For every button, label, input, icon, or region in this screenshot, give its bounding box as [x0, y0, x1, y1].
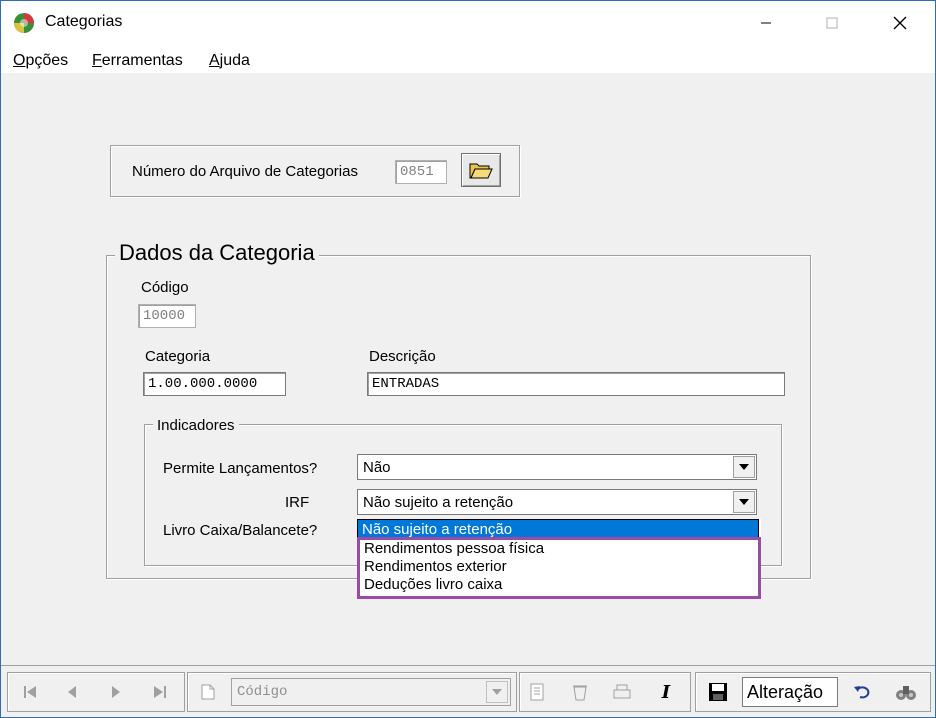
irf-dropdown-list: Não sujeito a retenção Rendimentos pesso…: [357, 519, 761, 599]
window-title: Categorias: [45, 13, 123, 30]
menu-opcoes-label: pções: [25, 52, 69, 69]
delete-button[interactable]: [563, 676, 597, 708]
codigo-field[interactable]: 10000: [138, 304, 196, 328]
permite-lancamentos-value: Não: [363, 459, 391, 476]
title-bar: Categorias: [1, 1, 935, 45]
next-icon: [112, 686, 120, 698]
irf-label: IRF: [285, 494, 310, 511]
menu-bar: Opções Ferramentas Ajuda: [1, 45, 935, 73]
descricao-label: Descrição: [369, 348, 436, 365]
edit-button[interactable]: [521, 676, 555, 708]
print-button[interactable]: [605, 676, 639, 708]
globe-icon: [14, 13, 34, 33]
last-record-icon: [154, 686, 166, 698]
binoculars-icon: [896, 686, 916, 700]
menu-opcoes[interactable]: Opções: [13, 52, 68, 70]
undo-icon: [854, 686, 870, 699]
dados-title: Dados da Categoria: [115, 240, 319, 266]
minimize-icon: [761, 22, 771, 24]
first-record-icon: [24, 686, 36, 698]
open-file-button[interactable]: [461, 153, 501, 187]
new-document-button[interactable]: [191, 676, 225, 708]
folder-open-icon: [469, 163, 493, 179]
file-number-field[interactable]: 0851: [395, 160, 447, 184]
next-record-button[interactable]: [99, 676, 133, 708]
printer-icon: [613, 684, 631, 699]
previous-record-button[interactable]: [55, 676, 89, 708]
maximize-icon: [826, 17, 838, 29]
previous-icon: [68, 686, 76, 698]
document-icon: [201, 684, 215, 700]
indicadores-title: Indicadores: [153, 417, 239, 434]
irf-value: Não sujeito a retenção: [363, 494, 514, 511]
livro-caixa-label: Livro Caixa/Balancete?: [163, 522, 318, 539]
dropdown-option[interactable]: Deduções livro caixa: [364, 576, 502, 594]
close-button[interactable]: [877, 1, 923, 45]
categoria-field[interactable]: 1.00.000.0000: [143, 372, 286, 396]
italic-icon: I: [661, 681, 671, 703]
maximize-button[interactable]: [809, 1, 855, 45]
chevron-down-icon[interactable]: [733, 456, 755, 478]
irf-select[interactable]: Não sujeito a retenção: [357, 489, 757, 515]
permite-lancamentos-label: Permite Lançamentos?: [163, 460, 318, 477]
permite-lancamentos-select[interactable]: Não: [357, 454, 757, 480]
chevron-down-icon[interactable]: [486, 681, 508, 703]
menu-ajuda-label: juda: [219, 52, 250, 69]
menu-ferramentas-label: erramentas: [101, 52, 183, 69]
edit-mode-status: Alteração: [742, 677, 838, 707]
minimize-button[interactable]: [743, 1, 789, 45]
first-record-button[interactable]: [13, 676, 47, 708]
bottom-toolbar: Código I Alteração: [1, 665, 935, 717]
menu-ajuda-mnemonic: A: [209, 52, 220, 69]
categoria-label: Categoria: [145, 348, 211, 365]
undo-button[interactable]: [845, 676, 879, 708]
descricao-field[interactable]: ENTRADAS: [367, 372, 785, 396]
search-field-select[interactable]: Código: [231, 678, 511, 706]
search-field-value: Código: [237, 684, 288, 700]
codigo-label: Código: [141, 279, 189, 296]
close-icon: [893, 16, 907, 30]
menu-ajuda[interactable]: Ajuda: [209, 52, 250, 70]
italic-button[interactable]: I: [649, 676, 683, 708]
trash-icon: [573, 685, 587, 701]
dropdown-option-selected[interactable]: Não sujeito a retenção: [357, 519, 759, 538]
file-number-label: Número do Arquivo de Categorias: [132, 163, 358, 180]
find-button[interactable]: [889, 676, 923, 708]
menu-opcoes-mnemonic: O: [13, 52, 26, 69]
menu-ferramentas[interactable]: Ferramentas: [92, 52, 183, 70]
save-button[interactable]: [701, 676, 735, 708]
dropdown-option[interactable]: Rendimentos exterior: [364, 558, 507, 576]
last-record-button[interactable]: [143, 676, 177, 708]
floppy-disk-icon: [709, 683, 727, 701]
dropdown-option[interactable]: Rendimentos pessoa física: [364, 540, 544, 558]
menu-ferramentas-mnemonic: F: [92, 52, 102, 69]
chevron-down-icon[interactable]: [733, 491, 755, 513]
dropdown-highlight-box: Rendimentos pessoa física Rendimentos ex…: [357, 537, 761, 599]
app-window: Categorias Opções Ferramentas Ajuda Núme…: [0, 0, 936, 718]
edit-document-icon: [530, 683, 544, 701]
